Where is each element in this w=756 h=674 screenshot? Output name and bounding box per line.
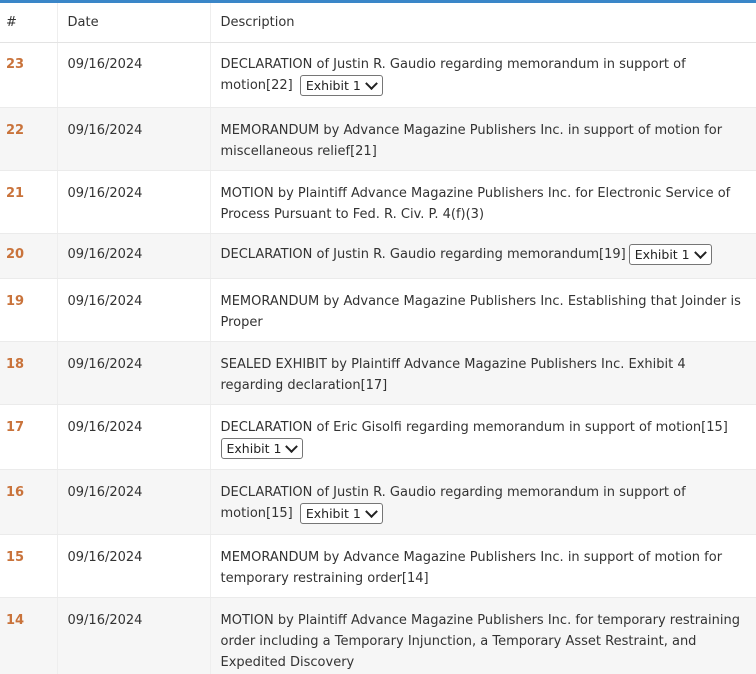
entry-description[interactable]: MOTION by Plaintiff Advance Magazine Pub… bbox=[221, 613, 740, 670]
exhibit-select[interactable]: Exhibit 1 bbox=[299, 502, 383, 524]
entry-date: 09/16/2024 bbox=[56, 597, 210, 674]
entry-description[interactable]: DECLARATION of Justin R. Gaudio regardin… bbox=[221, 57, 686, 93]
entry-number[interactable]: 20 bbox=[0, 233, 57, 279]
table-row: 15 09/16/2024 MEMORANDUM by Advance Maga… bbox=[0, 534, 756, 598]
entry-description-cell: MEMORANDUM by Advance Magazine Publisher… bbox=[209, 534, 756, 598]
entry-description[interactable]: DECLARATION of Eric Gisolfi regarding me… bbox=[221, 420, 728, 435]
exhibit-select[interactable]: Exhibit 1 bbox=[628, 243, 712, 265]
docket-table: # Date Description 23 09/16/2024 DECLARA… bbox=[0, 3, 756, 674]
entry-number[interactable]: 17 bbox=[0, 404, 57, 470]
entry-number[interactable]: 21 bbox=[0, 170, 57, 234]
exhibit-select-value: Exhibit 1 bbox=[226, 440, 282, 456]
entry-description[interactable]: SEALED EXHIBIT by Plaintiff Advance Maga… bbox=[221, 357, 686, 393]
entry-description[interactable]: MEMORANDUM by Advance Magazine Publisher… bbox=[221, 123, 723, 159]
entry-description-cell: MOTION by Plaintiff Advance Magazine Pub… bbox=[209, 597, 756, 674]
entry-date: 09/16/2024 bbox=[56, 107, 210, 171]
exhibit-select-value: Exhibit 1 bbox=[305, 77, 361, 93]
table-row: 19 09/16/2024 MEMORANDUM by Advance Maga… bbox=[0, 278, 756, 342]
exhibit-select[interactable]: Exhibit 1 bbox=[299, 74, 383, 96]
exhibit-select-value: Exhibit 1 bbox=[634, 246, 690, 262]
entry-number[interactable]: 22 bbox=[0, 107, 57, 171]
entry-date: 09/16/2024 bbox=[56, 404, 210, 470]
entry-date: 09/16/2024 bbox=[56, 278, 210, 342]
entry-description-cell: DECLARATION of Justin R. Gaudio regardin… bbox=[209, 469, 756, 535]
column-header-description: Description bbox=[209, 3, 756, 43]
entry-date: 09/16/2024 bbox=[56, 469, 210, 535]
table-row: 18 09/16/2024 SEALED EXHIBIT by Plaintif… bbox=[0, 341, 756, 405]
table-header-row: # Date Description bbox=[0, 3, 756, 43]
entry-description-cell: MEMORANDUM by Advance Magazine Publisher… bbox=[209, 107, 756, 171]
entry-description-cell: DECLARATION of Justin R. Gaudio regardin… bbox=[209, 233, 756, 279]
table-row: 23 09/16/2024 DECLARATION of Justin R. G… bbox=[0, 42, 756, 108]
entry-description[interactable]: DECLARATION of Justin R. Gaudio regardin… bbox=[221, 485, 686, 521]
table-row: 20 09/16/2024 DECLARATION of Justin R. G… bbox=[0, 233, 756, 279]
entry-description[interactable]: MEMORANDUM by Advance Magazine Publisher… bbox=[221, 294, 741, 330]
table-row: 21 09/16/2024 MOTION by Plaintiff Advanc… bbox=[0, 170, 756, 234]
exhibit-select[interactable]: Exhibit 1 bbox=[220, 437, 304, 459]
entry-date: 09/16/2024 bbox=[56, 534, 210, 598]
chevron-down-icon bbox=[364, 76, 378, 90]
entry-description-cell: MEMORANDUM by Advance Magazine Publisher… bbox=[209, 278, 756, 342]
table-row: 22 09/16/2024 MEMORANDUM by Advance Maga… bbox=[0, 107, 756, 171]
entry-number[interactable]: 14 bbox=[0, 597, 57, 674]
entry-date: 09/16/2024 bbox=[56, 42, 210, 108]
entry-date: 09/16/2024 bbox=[56, 341, 210, 405]
entry-number[interactable]: 18 bbox=[0, 341, 57, 405]
chevron-down-icon bbox=[285, 439, 299, 453]
chevron-down-icon bbox=[693, 245, 707, 259]
column-header-number: # bbox=[0, 3, 57, 43]
entry-description-cell: SEALED EXHIBIT by Plaintiff Advance Maga… bbox=[209, 341, 756, 405]
entry-date: 09/16/2024 bbox=[56, 233, 210, 279]
exhibit-select-value: Exhibit 1 bbox=[305, 505, 361, 521]
entry-number[interactable]: 15 bbox=[0, 534, 57, 598]
chevron-down-icon bbox=[364, 504, 378, 518]
table-row: 16 09/16/2024 DECLARATION of Justin R. G… bbox=[0, 469, 756, 535]
table-row: 14 09/16/2024 MOTION by Plaintiff Advanc… bbox=[0, 597, 756, 674]
entry-description-cell: DECLARATION of Justin R. Gaudio regardin… bbox=[209, 42, 756, 108]
entry-description[interactable]: DECLARATION of Justin R. Gaudio regardin… bbox=[221, 247, 626, 262]
entry-number[interactable]: 23 bbox=[0, 42, 57, 108]
table-row: 17 09/16/2024 DECLARATION of Eric Gisolf… bbox=[0, 404, 756, 470]
entry-number[interactable]: 19 bbox=[0, 278, 57, 342]
entry-description-cell: DECLARATION of Eric Gisolfi regarding me… bbox=[209, 404, 756, 470]
entry-description[interactable]: MOTION by Plaintiff Advance Magazine Pub… bbox=[221, 186, 731, 222]
entry-date: 09/16/2024 bbox=[56, 170, 210, 234]
column-header-date: Date bbox=[56, 3, 210, 43]
entry-number[interactable]: 16 bbox=[0, 469, 57, 535]
entry-description[interactable]: MEMORANDUM by Advance Magazine Publisher… bbox=[221, 550, 723, 586]
entry-description-cell: MOTION by Plaintiff Advance Magazine Pub… bbox=[209, 170, 756, 234]
docket-table-container: # Date Description 23 09/16/2024 DECLARA… bbox=[0, 0, 756, 674]
